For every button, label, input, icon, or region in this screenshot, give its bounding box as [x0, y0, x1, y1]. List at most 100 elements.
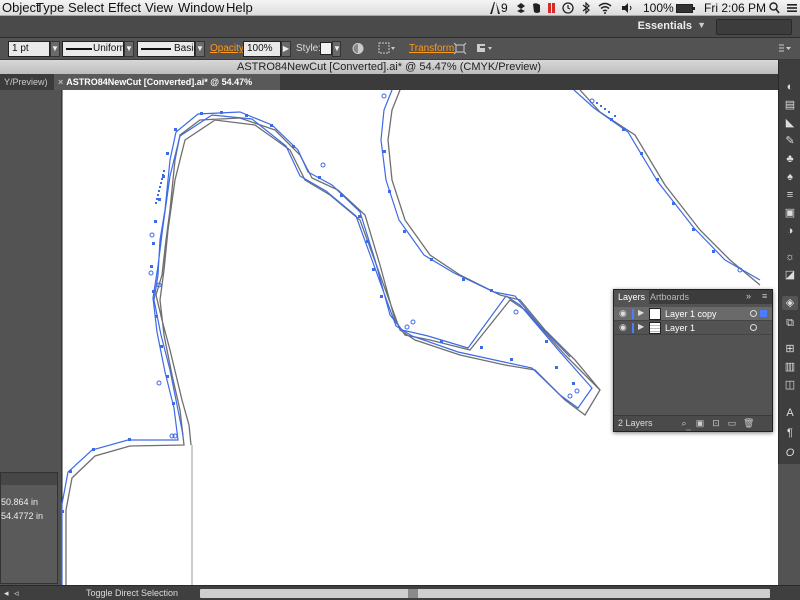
- chevron-down-icon[interactable]: ▼: [697, 20, 706, 30]
- collapse-panel-icon[interactable]: »: [746, 291, 751, 301]
- profile-dropdown[interactable]: ▼: [124, 41, 134, 57]
- stroke-weight-dropdown[interactable]: ▼: [50, 41, 60, 57]
- variable-width-profile[interactable]: Uniform: [62, 41, 128, 57]
- evernote-icon[interactable]: [532, 2, 541, 14]
- character-icon[interactable]: A: [782, 406, 798, 420]
- horizontal-scrollbar[interactable]: [200, 589, 770, 598]
- transform-link[interactable]: Transform: [409, 41, 454, 57]
- menu-object[interactable]: Object: [2, 0, 40, 16]
- brushes-icon[interactable]: ✎: [782, 134, 798, 148]
- symbols-icon[interactable]: ♣: [782, 152, 798, 166]
- wifi-icon[interactable]: [598, 2, 612, 14]
- recolor-artwork-icon[interactable]: [352, 42, 364, 55]
- panel-menu-icon[interactable]: [778, 42, 792, 55]
- close-icon[interactable]: ×: [58, 77, 63, 87]
- brush-dropdown[interactable]: ▼: [195, 41, 205, 57]
- tab-artboards[interactable]: Artboards: [646, 290, 693, 304]
- spotlight-icon[interactable]: [769, 2, 780, 14]
- stroke-icon[interactable]: ≡: [782, 188, 798, 202]
- resize-grip[interactable]: ═: [686, 427, 691, 434]
- make-clipping-mask-icon[interactable]: ▣: [695, 418, 705, 429]
- layer-color-bar: [632, 309, 634, 319]
- info-width: 50.864 in: [1, 497, 39, 507]
- transparency-icon[interactable]: ◑: [782, 224, 798, 238]
- transform-icon[interactable]: ⊞: [782, 342, 798, 356]
- menu-type[interactable]: Type: [36, 0, 64, 16]
- tab-active-document[interactable]: × ASTRO84NewCut [Converted].ai* @ 54.47% …: [54, 74, 280, 103]
- help-search-input[interactable]: [716, 19, 792, 35]
- layer-row[interactable]: ◉ ▶ Layer 1: [614, 321, 772, 335]
- style-dropdown[interactable]: ▼: [332, 41, 341, 57]
- info-height: 54.4772 in: [1, 511, 44, 521]
- opacity-dropdown[interactable]: ▶: [281, 41, 291, 57]
- menu-view[interactable]: View: [145, 0, 173, 16]
- menu-select[interactable]: Select: [68, 0, 104, 16]
- document-window-title: ASTRO84NewCut [Converted].ai* @ 54.47% (…: [0, 60, 778, 74]
- artboards-icon[interactable]: ⧉: [782, 316, 798, 330]
- pause-icon[interactable]: [547, 2, 556, 14]
- delete-layer-icon[interactable]: 🗑: [743, 418, 754, 429]
- tab-layers[interactable]: Layers: [614, 290, 650, 304]
- layer-count: 2 Layers: [618, 418, 653, 428]
- notification-center-icon[interactable]: [786, 2, 798, 14]
- info-panel-header[interactable]: [1, 473, 57, 485]
- layers-icon[interactable]: ◈: [782, 296, 798, 310]
- isolate-group-icon[interactable]: [453, 42, 467, 55]
- visibility-eye-icon[interactable]: ◉: [619, 308, 627, 319]
- artboard-nav-prev[interactable]: ◃: [14, 587, 19, 600]
- paragraph-icon[interactable]: ¶: [782, 426, 798, 440]
- menu-help[interactable]: Help: [226, 0, 253, 16]
- brush-definition[interactable]: Basic: [137, 41, 198, 57]
- outer-contour-right: [387, 90, 601, 391]
- pathfinder-icon[interactable]: ◫: [782, 378, 798, 392]
- stroke-weight-field[interactable]: 1 pt: [8, 41, 50, 57]
- opacity-field[interactable]: 100%: [243, 41, 281, 57]
- opentype-icon[interactable]: O: [782, 446, 798, 460]
- panel-options-icon[interactable]: ≡: [762, 291, 767, 301]
- expand-triangle-icon[interactable]: ▶: [638, 308, 644, 317]
- layer-name[interactable]: Layer 1: [665, 321, 695, 335]
- gradient-icon[interactable]: ▣: [782, 206, 798, 220]
- clock[interactable]: Fri 2:06 PM: [704, 0, 766, 16]
- swatches-icon[interactable]: ◣: [782, 116, 798, 130]
- color-icon[interactable]: ◐: [782, 80, 798, 94]
- time-machine-icon[interactable]: [562, 2, 574, 14]
- image-trace-icon[interactable]: ◪: [782, 268, 798, 282]
- appearance-icon[interactable]: ☼: [782, 250, 798, 264]
- expand-triangle-icon[interactable]: ▶: [638, 322, 644, 331]
- selected-path-far-right: [573, 90, 761, 281]
- layer-name[interactable]: Layer 1 copy: [665, 307, 717, 321]
- workspace-switcher[interactable]: Essentials: [638, 20, 692, 32]
- layers-panel-footer: 2 Layers ⌕ ▣ ⊡ ▭ 🗑: [614, 415, 772, 431]
- align-icon[interactable]: ▥: [782, 360, 798, 374]
- graphic-style-swatch[interactable]: [320, 42, 332, 55]
- new-sublayer-icon[interactable]: ⊡: [711, 418, 721, 429]
- color-guide-icon[interactable]: ▤: [782, 98, 798, 112]
- adobe-badge: 9: [501, 1, 508, 15]
- scrollbar-thumb[interactable]: [408, 589, 418, 598]
- dropbox-icon[interactable]: [516, 2, 526, 14]
- arrange-documents-icon[interactable]: [476, 42, 494, 55]
- battery-icon[interactable]: [676, 2, 696, 14]
- target-circle-icon[interactable]: [750, 310, 757, 317]
- menu-window[interactable]: Window: [178, 0, 224, 16]
- volume-icon[interactable]: [621, 2, 633, 14]
- adobe-icon[interactable]: [490, 2, 500, 14]
- battery-percent: 100%: [643, 1, 674, 15]
- outer-contour-left: [65, 117, 601, 585]
- new-layer-icon[interactable]: ▭: [727, 418, 737, 429]
- tab-previous-document[interactable]: Y/Preview): [0, 74, 52, 90]
- bluetooth-icon[interactable]: [581, 1, 591, 15]
- layer-row[interactable]: ◉ ▶ Layer 1 copy: [614, 307, 772, 321]
- opacity-label[interactable]: Opacity:: [210, 41, 247, 57]
- info-panel: 50.864 in 54.4772 in: [0, 472, 58, 584]
- outer-contour-far-right: [579, 90, 761, 286]
- status-tool-hint[interactable]: Toggle Direct Selection: [86, 587, 178, 600]
- selection-indicator[interactable]: [760, 310, 767, 317]
- target-circle-icon[interactable]: [750, 324, 757, 331]
- artboard-nav-first[interactable]: ◂: [4, 587, 9, 600]
- visibility-eye-icon[interactable]: ◉: [619, 322, 627, 333]
- graphic-styles-icon[interactable]: ♠: [782, 170, 798, 184]
- menu-effect[interactable]: Effect: [108, 0, 141, 16]
- align-grid-icon[interactable]: [378, 42, 396, 55]
